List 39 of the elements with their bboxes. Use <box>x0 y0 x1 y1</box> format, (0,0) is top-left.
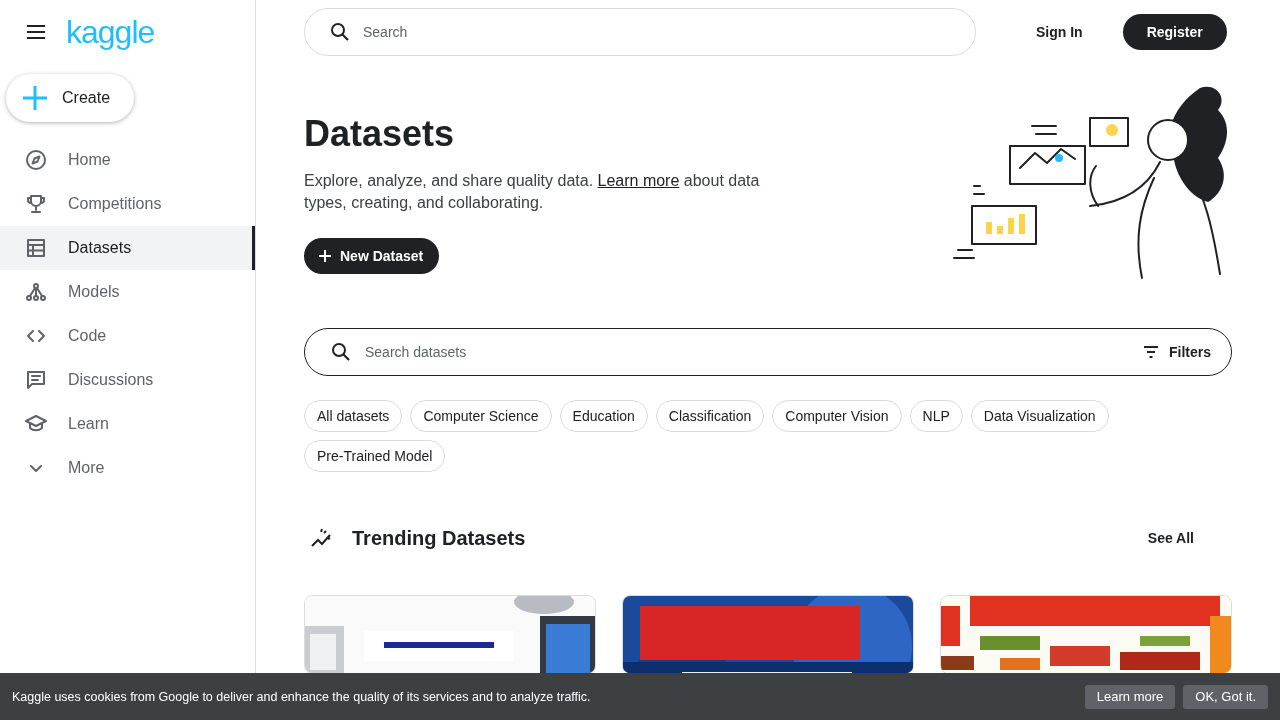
nav-item[interactable]: Code <box>0 314 255 358</box>
chevron-down-icon <box>30 464 42 472</box>
filter-chip[interactable]: All datasets <box>304 400 403 432</box>
see-all-link[interactable]: See All <box>1141 529 1200 547</box>
filters-button[interactable]: Filters <box>1135 344 1211 360</box>
table-icon <box>24 236 48 260</box>
filter-chip[interactable]: Education <box>559 400 648 432</box>
filter-chip[interactable]: Computer Science <box>410 400 552 432</box>
filter-chip[interactable]: Data Visualization <box>970 400 1109 432</box>
cookie-button[interactable]: OK, Got it. <box>1183 684 1268 709</box>
filter-chip[interactable]: Classification <box>655 400 765 432</box>
sign-in-button[interactable]: Sign In <box>1016 16 1103 48</box>
section-title: Trending Datasets <box>352 526 527 550</box>
nodes-icon <box>24 280 48 304</box>
nav-item[interactable]: Learn <box>0 402 255 446</box>
filter-chip[interactable]: Computer Vision <box>772 400 902 432</box>
filter-chip[interactable]: NLP <box>909 400 963 432</box>
filter-icon <box>1143 346 1159 358</box>
trophy-icon <box>24 192 48 216</box>
nav-item[interactable]: More <box>0 446 255 490</box>
plus-icon <box>318 249 332 263</box>
learn-more-link[interactable]: Learn more <box>597 172 680 189</box>
nav-item[interactable]: Competitions <box>0 182 255 226</box>
hero-description: Explore, analyze, and share quality data. Learn more about data types, creating, and collaborating. <box>304 171 761 213</box>
cookie-message: Kaggle uses cookies from Google to deliver and enhance the quality of its services and to analyze traffic. <box>12 689 592 704</box>
chat-icon <box>24 368 48 392</box>
cookie-button[interactable]: Learn more <box>1084 684 1176 709</box>
nav-item[interactable]: Models <box>0 270 255 314</box>
search-field[interactable]: Search <box>304 8 976 56</box>
nav-item[interactable]: Discussions <box>0 358 255 402</box>
compass-icon <box>24 148 48 172</box>
plus-icon <box>22 85 48 111</box>
nav-item[interactable]: Datasets <box>0 226 255 270</box>
nav-item[interactable]: Home <box>0 138 255 182</box>
filter-chip[interactable]: Pre-Trained Model <box>304 440 446 472</box>
page-title: Datasets <box>304 112 456 156</box>
new-dataset-button[interactable]: New Dataset <box>304 238 440 274</box>
register-button[interactable]: Register <box>1122 14 1227 50</box>
create-button[interactable]: Create <box>6 74 135 122</box>
